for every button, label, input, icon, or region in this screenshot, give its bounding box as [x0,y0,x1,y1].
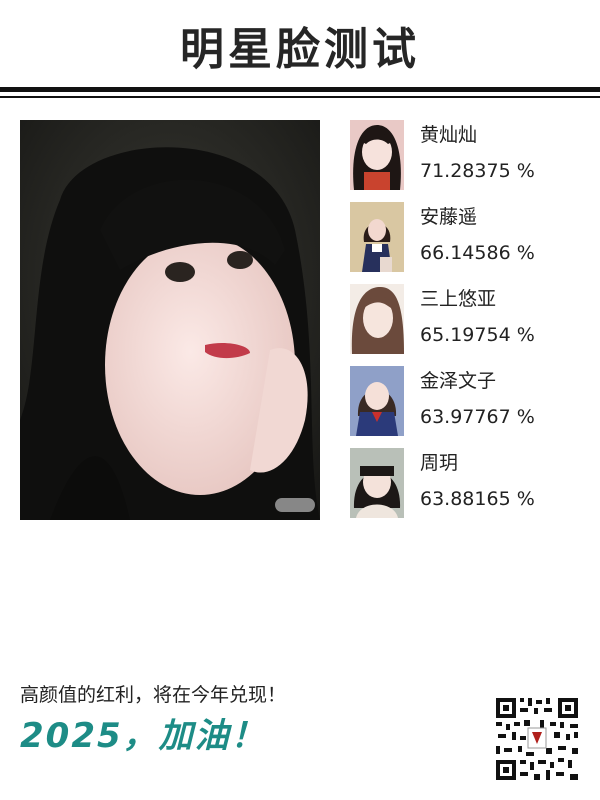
similarity-score: 66.14586 % [420,242,535,264]
similarity-score: 71.28375 % [420,160,535,182]
celebrity-photo [350,448,404,518]
celebrity-photo [350,366,404,436]
list-item[interactable]: 安藤遥 66.14586 % [350,202,590,274]
list-item[interactable]: 三上悠亚 65.19754 % [350,284,590,356]
celebrity-name: 周玥 [420,452,459,474]
similarity-score: 63.88165 % [420,488,535,510]
slogan-text: 2025，加油！ [20,716,267,756]
tagline-text: 高颜值的红利，将在今年兑现！ [20,684,287,706]
qr-code-icon[interactable] [494,696,580,782]
list-item[interactable]: 黄灿灿 71.28375 % [350,120,590,192]
celebrity-name: 黄灿灿 [420,124,478,146]
celebrity-name: 金泽文子 [420,370,497,392]
celebrity-photo [350,120,404,190]
celebrity-photo [350,284,404,354]
celebrity-name: 三上悠亚 [420,288,497,310]
list-item[interactable]: 周玥 63.88165 % [350,448,590,520]
header-divider-thin [0,96,600,98]
user-photo [20,120,320,520]
page-title: 明星脸测试 [180,24,420,75]
similarity-score: 65.19754 % [420,324,535,346]
similarity-score: 63.97767 % [420,406,535,428]
celebrity-name: 安藤遥 [420,206,478,228]
header-divider-thick [0,87,600,92]
celebrity-photo [350,202,404,272]
list-item[interactable]: 金泽文子 63.97767 % [350,366,590,438]
